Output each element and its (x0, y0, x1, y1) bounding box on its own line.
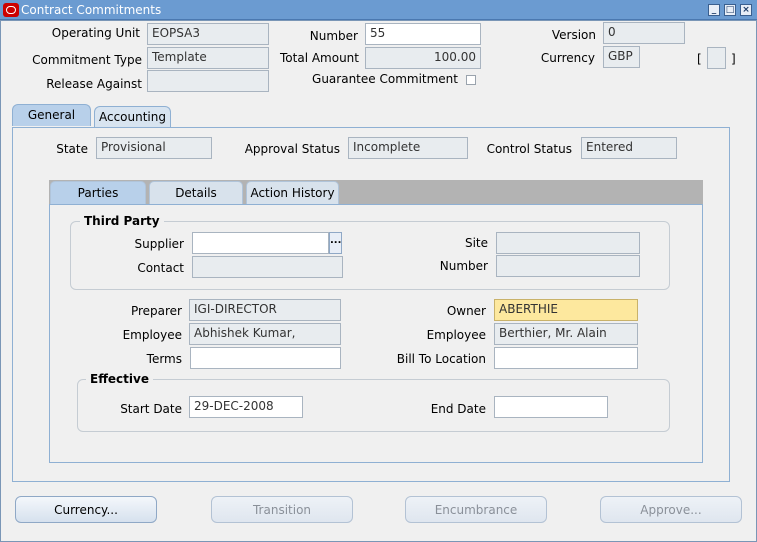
close-icon[interactable]: × (740, 4, 752, 16)
end-date-field[interactable] (494, 396, 608, 418)
total-amount-field[interactable]: 100.00 (365, 47, 481, 69)
control-status-field[interactable]: Entered (581, 137, 677, 159)
third-party-number-label: Number (439, 259, 488, 273)
maximize-icon[interactable]: □ (724, 4, 736, 16)
approve-button[interactable]: Approve... (600, 496, 742, 523)
owner-employee-label: Employee (426, 328, 486, 342)
supplier-label: Supplier (134, 237, 184, 251)
preparer-label: Preparer (130, 304, 182, 318)
oracle-app-icon (3, 3, 19, 17)
third-party-number-field[interactable] (496, 255, 640, 277)
terms-label: Terms (146, 352, 182, 366)
number-label: Number (309, 29, 358, 43)
version-field[interactable]: 0 (603, 22, 685, 44)
contact-label: Contact (137, 261, 184, 275)
terms-field[interactable] (190, 347, 341, 369)
tab-action-history[interactable]: Action History (246, 181, 339, 205)
end-date-label: End Date (430, 402, 486, 416)
tab-accounting[interactable]: Accounting (94, 106, 171, 128)
minimize-icon[interactable]: _ (708, 4, 720, 16)
approval-status-field[interactable]: Incomplete (348, 137, 468, 159)
currency-label: Currency (540, 51, 595, 65)
commitment-type-label: Commitment Type (32, 53, 142, 67)
currency-button[interactable]: Currency... (15, 496, 157, 523)
window-title: Contract Commitments (21, 3, 162, 17)
tab-general[interactable]: General (12, 104, 91, 126)
state-field[interactable]: Provisional (96, 137, 212, 159)
site-field[interactable] (496, 232, 640, 254)
start-date-field[interactable]: 29-DEC-2008 (189, 396, 303, 418)
supplier-field[interactable] (192, 232, 329, 254)
bill-to-location-field[interactable] (494, 347, 638, 369)
effective-title: Effective (86, 372, 153, 386)
preparer-field[interactable]: IGI-DIRECTOR (189, 299, 341, 321)
contact-field[interactable] (192, 256, 343, 278)
owner-employee-field[interactable]: Berthier, Mr. Alain (494, 323, 638, 345)
currency-field[interactable]: GBP (603, 46, 640, 68)
descriptive-flex-field[interactable] (707, 47, 726, 69)
site-label: Site (464, 236, 488, 250)
operating-unit-field[interactable]: EOPSA3 (147, 23, 269, 45)
number-field[interactable]: 55 (365, 23, 481, 45)
tab-parties[interactable]: Parties (50, 181, 146, 205)
preparer-employee-field[interactable]: Abhishek Kumar, (189, 323, 341, 345)
guarantee-commitment-checkbox[interactable] (466, 75, 476, 85)
tab-details[interactable]: Details (149, 181, 243, 205)
encumbrance-button[interactable]: Encumbrance (405, 496, 547, 523)
third-party-title: Third Party (80, 214, 164, 228)
supplier-lov-button[interactable]: ... (329, 232, 342, 254)
operating-unit-label: Operating Unit (51, 26, 140, 40)
state-label: State (56, 142, 88, 156)
version-label: Version (551, 28, 596, 42)
start-date-label: Start Date (120, 402, 182, 416)
owner-label: Owner (446, 304, 486, 318)
total-amount-label: Total Amount (280, 51, 359, 65)
transition-button[interactable]: Transition (211, 496, 353, 523)
bracket-left: [ (697, 52, 702, 66)
bracket-right: ] (731, 52, 736, 66)
guarantee-commitment-label: Guarantee Commitment (312, 72, 458, 86)
bill-to-location-label: Bill To Location (396, 352, 486, 366)
release-against-field[interactable] (147, 70, 269, 92)
control-status-label: Control Status (486, 142, 572, 156)
owner-field[interactable]: ABERTHIE (494, 299, 638, 321)
release-against-label: Release Against (46, 77, 142, 91)
preparer-employee-label: Employee (122, 328, 182, 342)
sub-tab-bar (49, 180, 703, 204)
approval-status-label: Approval Status (244, 142, 340, 156)
